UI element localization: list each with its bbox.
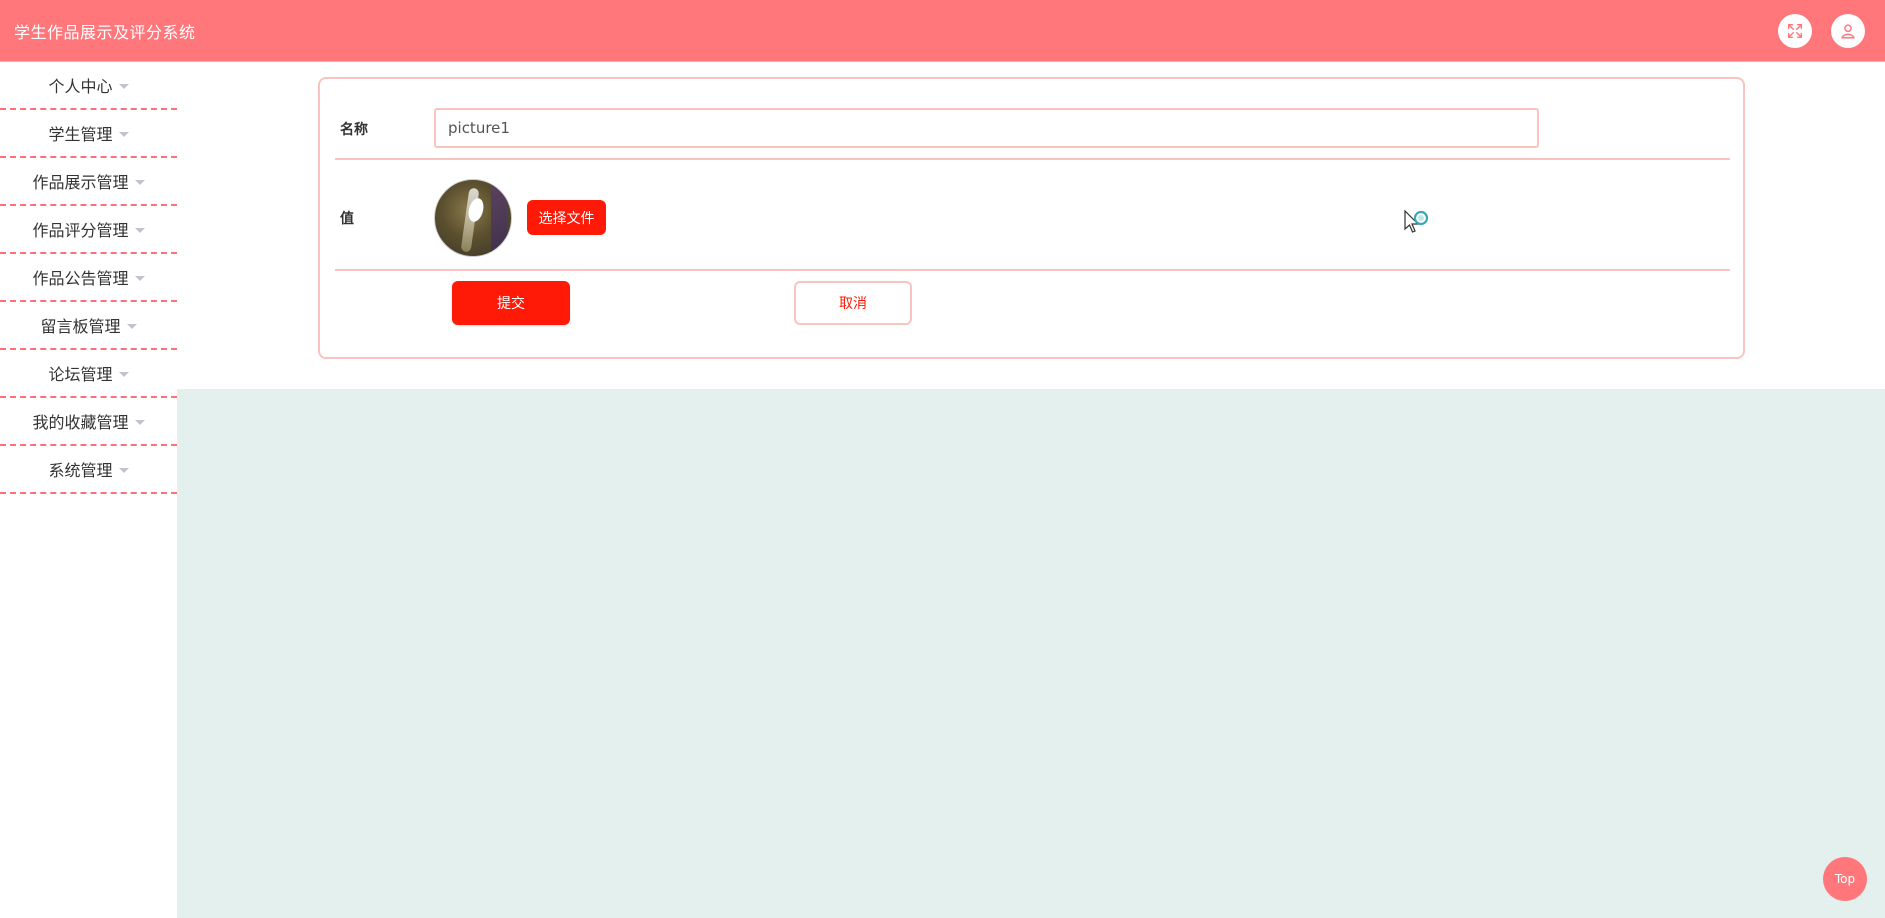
- caret-down-icon: [118, 467, 129, 473]
- sidebar-item-label: 论坛管理: [48, 365, 113, 384]
- sidebar-item-label: 个人中心: [48, 77, 113, 96]
- sidebar-item-label: 学生管理: [48, 125, 113, 144]
- sidebar-item-label: 留言板管理: [40, 317, 121, 336]
- user-button[interactable]: [1831, 14, 1865, 48]
- sidebar-item-works-display-management[interactable]: 作品展示管理: [0, 158, 177, 206]
- sidebar: 个人中心 学生管理 作品展示管理 作品评分管理 作品公告管理 留言板管理 论坛管…: [0, 62, 177, 918]
- sidebar-item-system-management[interactable]: 系统管理: [0, 446, 177, 494]
- choose-file-button[interactable]: 选择文件: [527, 200, 606, 235]
- sidebar-item-message-board-management[interactable]: 留言板管理: [0, 302, 177, 350]
- submit-button[interactable]: 提交: [452, 281, 570, 325]
- fullscreen-button[interactable]: [1778, 14, 1812, 48]
- main-content-background: [177, 389, 1885, 918]
- name-input[interactable]: [434, 108, 1539, 148]
- uploaded-image-thumbnail: [434, 179, 512, 257]
- sidebar-item-label: 系统管理: [48, 461, 113, 480]
- name-label: 名称: [340, 122, 368, 138]
- sidebar-item-personal-center[interactable]: 个人中心: [0, 62, 177, 110]
- cancel-button[interactable]: 取消: [794, 281, 912, 325]
- form-row-value: 值 选择文件: [335, 160, 1730, 271]
- app-title: 学生作品展示及评分系统: [14, 23, 196, 42]
- sidebar-item-label: 作品评分管理: [32, 221, 129, 240]
- sidebar-item-student-management[interactable]: 学生管理: [0, 110, 177, 158]
- caret-down-icon: [134, 179, 145, 185]
- value-label: 值: [340, 211, 354, 227]
- app-header: 学生作品展示及评分系统: [0, 0, 1885, 62]
- form-row-name: 名称: [335, 79, 1730, 160]
- sidebar-item-label: 作品公告管理: [32, 269, 129, 288]
- sidebar-item-forum-management[interactable]: 论坛管理: [0, 350, 177, 398]
- sidebar-item-label: 作品展示管理: [32, 173, 129, 192]
- busy-cursor-icon: [1404, 209, 1429, 233]
- user-icon: [1841, 24, 1855, 39]
- caret-down-icon: [134, 275, 145, 281]
- sidebar-item-label: 我的收藏管理: [32, 413, 129, 432]
- fullscreen-icon: [1787, 23, 1803, 39]
- caret-down-icon: [126, 323, 137, 329]
- sidebar-item-favorites-management[interactable]: 我的收藏管理: [0, 398, 177, 446]
- back-to-top-button[interactable]: Top: [1823, 857, 1867, 901]
- caret-down-icon: [134, 227, 145, 233]
- caret-down-icon: [134, 419, 145, 425]
- sidebar-item-works-scoring-management[interactable]: 作品评分管理: [0, 206, 177, 254]
- caret-down-icon: [118, 371, 129, 377]
- sidebar-item-works-announcement-management[interactable]: 作品公告管理: [0, 254, 177, 302]
- edit-form-card: 名称 值 选择文件 提交 取消: [318, 77, 1745, 359]
- caret-down-icon: [118, 131, 129, 137]
- caret-down-icon: [118, 83, 129, 89]
